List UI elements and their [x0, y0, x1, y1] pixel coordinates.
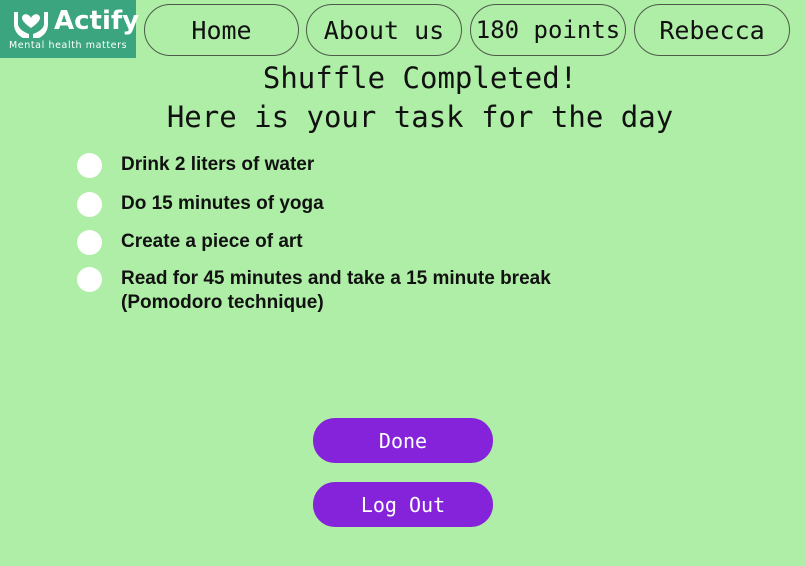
task-label: Read for 45 minutes and take a 15 minute… — [121, 268, 551, 313]
hands-heart-icon — [14, 12, 48, 38]
task-radio-2[interactable] — [77, 192, 102, 217]
nav-home-button[interactable]: Home — [144, 4, 299, 56]
task-radio-4[interactable] — [77, 267, 102, 292]
nav-about-button[interactable]: About us — [306, 4, 462, 56]
task-page: Actify Mental health matters Home About … — [0, 0, 806, 566]
log-out-button[interactable]: Log Out — [313, 482, 493, 527]
task-radio-3[interactable] — [77, 230, 102, 255]
task-label: Do 15 minutes of yoga — [121, 193, 324, 214]
user-profile-button[interactable]: Rebecca — [634, 4, 790, 56]
logo-name: Actify — [54, 6, 140, 36]
points-badge[interactable]: 180 points — [470, 4, 626, 56]
task-item-4[interactable]: Read for 45 minutes and take a 15 minute… — [77, 267, 641, 315]
task-item-3[interactable]: Create a piece of art — [77, 230, 641, 255]
task-label: Create a piece of art — [121, 231, 303, 252]
task-item-2[interactable]: Do 15 minutes of yoga — [77, 192, 641, 217]
task-radio-1[interactable] — [77, 153, 102, 178]
page-subtitle: Here is your task for the day — [166, 100, 674, 134]
logo-tagline: Mental health matters — [9, 40, 128, 51]
actify-logo[interactable]: Actify Mental health matters — [0, 0, 140, 58]
page-title: Shuffle Completed! — [262, 61, 578, 95]
task-label: Drink 2 liters of water — [121, 154, 315, 175]
task-item-1[interactable]: Drink 2 liters of water — [77, 153, 641, 178]
done-button[interactable]: Done — [313, 418, 493, 463]
